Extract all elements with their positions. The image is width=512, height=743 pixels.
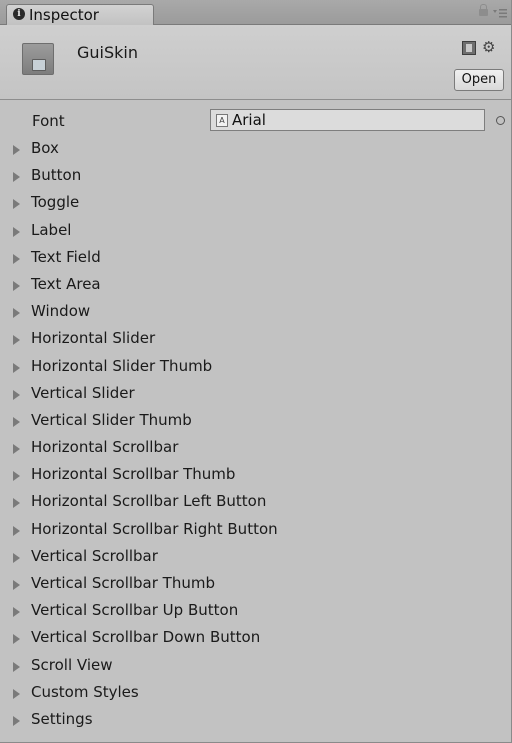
foldout-arrow-icon[interactable] — [13, 172, 20, 183]
foldout-arrow-icon[interactable] — [13, 525, 20, 536]
foldout-arrow-icon[interactable] — [13, 688, 20, 699]
foldout-label: Horizontal Scrollbar Left Button — [31, 492, 267, 511]
foldout-toggle[interactable]: Toggle — [0, 190, 511, 217]
foldout-label: Text Field — [31, 247, 101, 266]
foldout-arrow-icon[interactable] — [13, 145, 20, 155]
foldout-text-area[interactable]: Text Area — [0, 272, 511, 299]
foldout-arrow-icon[interactable] — [13, 634, 20, 645]
foldout-horizontal-scrollbar[interactable]: Horizontal Scrollbar — [0, 435, 511, 462]
foldout-arrow-icon[interactable] — [13, 471, 20, 482]
foldout-arrow-icon[interactable] — [13, 715, 20, 726]
foldout-label: Vertical Scrollbar Thumb — [31, 574, 215, 592]
foldout-label: Vertical Scrollbar — [31, 546, 158, 565]
foldout-settings[interactable]: Settings — [0, 707, 511, 734]
foldout-label: Custom Styles — [31, 682, 139, 701]
foldout-vertical-scrollbar-thumb[interactable]: Vertical Scrollbar Thumb — [0, 571, 511, 598]
asset-name: GuiSkin — [77, 43, 138, 62]
object-picker-icon[interactable] — [496, 116, 505, 125]
foldout-arrow-icon[interactable] — [13, 661, 20, 672]
foldout-arrow-icon[interactable] — [13, 607, 20, 618]
tab-title: Inspector — [29, 6, 99, 24]
foldout-label: Scroll View — [31, 655, 113, 674]
open-button[interactable]: Open — [454, 69, 504, 91]
foldout-label: Vertical Scrollbar Down Button — [31, 628, 261, 647]
foldout-arrow-icon[interactable] — [13, 253, 20, 264]
foldout-label: Box — [31, 139, 59, 157]
foldout-label: Window — [31, 302, 91, 321]
font-object-field[interactable]: A Arial — [210, 109, 485, 131]
inspector-panel: i Inspector GuiSkin ⚙ Open Font A Arial … — [0, 0, 512, 743]
foldout-label: Settings — [31, 709, 93, 728]
foldout-label: Vertical Scrollbar Up Button — [31, 601, 239, 620]
foldout-vertical-scrollbar[interactable]: Vertical Scrollbar — [0, 544, 511, 571]
foldout-arrow-icon[interactable] — [13, 226, 20, 237]
foldout-label: Vertical Slider Thumb — [31, 410, 192, 429]
foldout-label: Button — [31, 166, 82, 185]
guiskin-asset-icon — [22, 43, 54, 75]
foldout-arrow-icon[interactable] — [13, 580, 20, 590]
foldout-arrow-icon[interactable] — [13, 552, 20, 563]
foldout-vertical-slider[interactable]: Vertical Slider — [0, 381, 511, 408]
foldout-vertical-scrollbar-up-button[interactable]: Vertical Scrollbar Up Button — [0, 598, 511, 625]
tab-strip: i Inspector — [0, 0, 511, 25]
foldout-horizontal-scrollbar-left-button[interactable]: Horizontal Scrollbar Left Button — [0, 489, 511, 516]
foldout-text-field[interactable]: Text Field — [0, 245, 511, 272]
foldout-label: Toggle — [31, 193, 80, 212]
foldout-button[interactable]: Button — [0, 163, 511, 190]
foldout-horizontal-scrollbar-thumb[interactable]: Horizontal Scrollbar Thumb — [0, 462, 511, 489]
foldout-label: Text Area — [31, 274, 101, 293]
foldout-window[interactable]: Window — [0, 299, 511, 326]
foldout-box[interactable]: Box — [0, 136, 511, 163]
font-value: Arial — [232, 111, 266, 129]
foldout-custom-styles[interactable]: Custom Styles — [0, 680, 511, 707]
asset-header: GuiSkin ⚙ Open — [0, 25, 511, 100]
foldout-vertical-slider-thumb[interactable]: Vertical Slider Thumb — [0, 408, 511, 435]
foldout-arrow-icon[interactable] — [13, 389, 20, 400]
font-label: Font — [32, 112, 65, 130]
font-asset-icon: A — [216, 114, 228, 127]
font-property-row: Font A Arial — [0, 108, 511, 134]
foldout-horizontal-slider-thumb[interactable]: Horizontal Slider Thumb — [0, 354, 511, 381]
style-foldout-list: Box Button Toggle Label Text Field Text … — [0, 136, 511, 734]
foldout-label-style[interactable]: Label — [0, 218, 511, 245]
foldout-horizontal-scrollbar-right-button[interactable]: Horizontal Scrollbar Right Button — [0, 517, 511, 544]
foldout-scroll-view[interactable]: Scroll View — [0, 653, 511, 680]
foldout-label: Horizontal Scrollbar Thumb — [31, 465, 236, 484]
foldout-horizontal-slider[interactable]: Horizontal Slider — [0, 326, 511, 353]
gear-icon[interactable]: ⚙ — [482, 38, 504, 56]
tab-inspector[interactable]: i Inspector — [6, 4, 154, 25]
foldout-arrow-icon[interactable] — [13, 280, 20, 291]
foldout-arrow-icon[interactable] — [13, 335, 20, 346]
info-icon: i — [13, 8, 25, 20]
help-book-icon[interactable] — [462, 41, 476, 55]
foldout-arrow-icon[interactable] — [13, 416, 20, 427]
foldout-label: Vertical Slider — [31, 383, 135, 402]
foldout-arrow-icon[interactable] — [13, 444, 20, 455]
foldout-arrow-icon[interactable] — [13, 362, 20, 373]
foldout-label: Horizontal Scrollbar Right Button — [31, 519, 278, 538]
foldout-label: Horizontal Slider — [31, 329, 156, 348]
foldout-label: Label — [31, 220, 72, 239]
lock-icon[interactable] — [479, 4, 488, 16]
foldout-arrow-icon[interactable] — [13, 498, 20, 509]
context-menu-icon[interactable] — [493, 6, 507, 20]
foldout-vertical-scrollbar-down-button[interactable]: Vertical Scrollbar Down Button — [0, 625, 511, 652]
foldout-arrow-icon[interactable] — [13, 308, 20, 319]
foldout-label: Horizontal Slider Thumb — [31, 356, 213, 375]
foldout-arrow-icon[interactable] — [13, 199, 20, 210]
foldout-label: Horizontal Scrollbar — [31, 438, 179, 457]
